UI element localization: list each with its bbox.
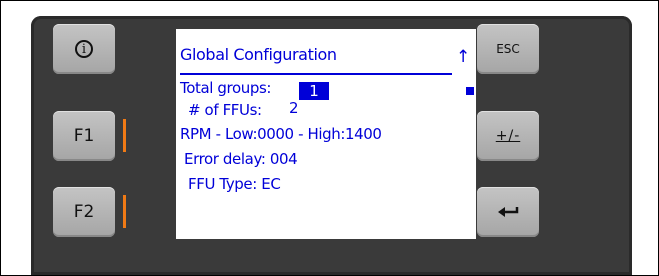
image-frame: i F1 F2 ESC +/- Global Configuration ↑ T… bbox=[0, 0, 659, 276]
enter-button[interactable] bbox=[477, 187, 539, 237]
info-icon: i bbox=[75, 40, 93, 58]
f2-indicator-bar bbox=[123, 195, 126, 228]
info-button[interactable]: i bbox=[53, 24, 115, 74]
screen-title: Global Configuration bbox=[180, 45, 337, 64]
ffus-value[interactable]: 2 bbox=[289, 99, 299, 117]
esc-button[interactable]: ESC bbox=[477, 24, 539, 74]
scroll-up-icon: ↑ bbox=[456, 47, 471, 67]
ffus-label: # of FFUs: bbox=[188, 101, 262, 119]
f1-button-label: F1 bbox=[73, 126, 95, 146]
title-underline bbox=[180, 73, 452, 75]
esc-button-label: ESC bbox=[496, 42, 520, 56]
plus-minus-button[interactable]: +/- bbox=[477, 111, 539, 161]
f1-indicator-bar bbox=[123, 119, 126, 152]
lcd-display: Global Configuration ↑ Total groups: 1 #… bbox=[176, 29, 476, 239]
error-delay-line[interactable]: Error delay: 004 bbox=[184, 150, 298, 168]
scroll-position-indicator bbox=[466, 87, 474, 95]
ffu-type-line[interactable]: FFU Type: EC bbox=[188, 175, 281, 193]
total-groups-value[interactable]: 1 bbox=[299, 82, 329, 100]
total-groups-label: Total groups: bbox=[180, 79, 272, 97]
plus-minus-button-label: +/- bbox=[495, 128, 521, 144]
rpm-line[interactable]: RPM - Low:0000 - High:1400 bbox=[180, 125, 382, 143]
info-icon-glyph: i bbox=[81, 41, 87, 57]
f2-button-label: F2 bbox=[73, 202, 95, 222]
f2-button[interactable]: F2 bbox=[53, 187, 115, 237]
f1-button[interactable]: F1 bbox=[53, 111, 115, 161]
enter-arrow-icon bbox=[498, 207, 519, 217]
